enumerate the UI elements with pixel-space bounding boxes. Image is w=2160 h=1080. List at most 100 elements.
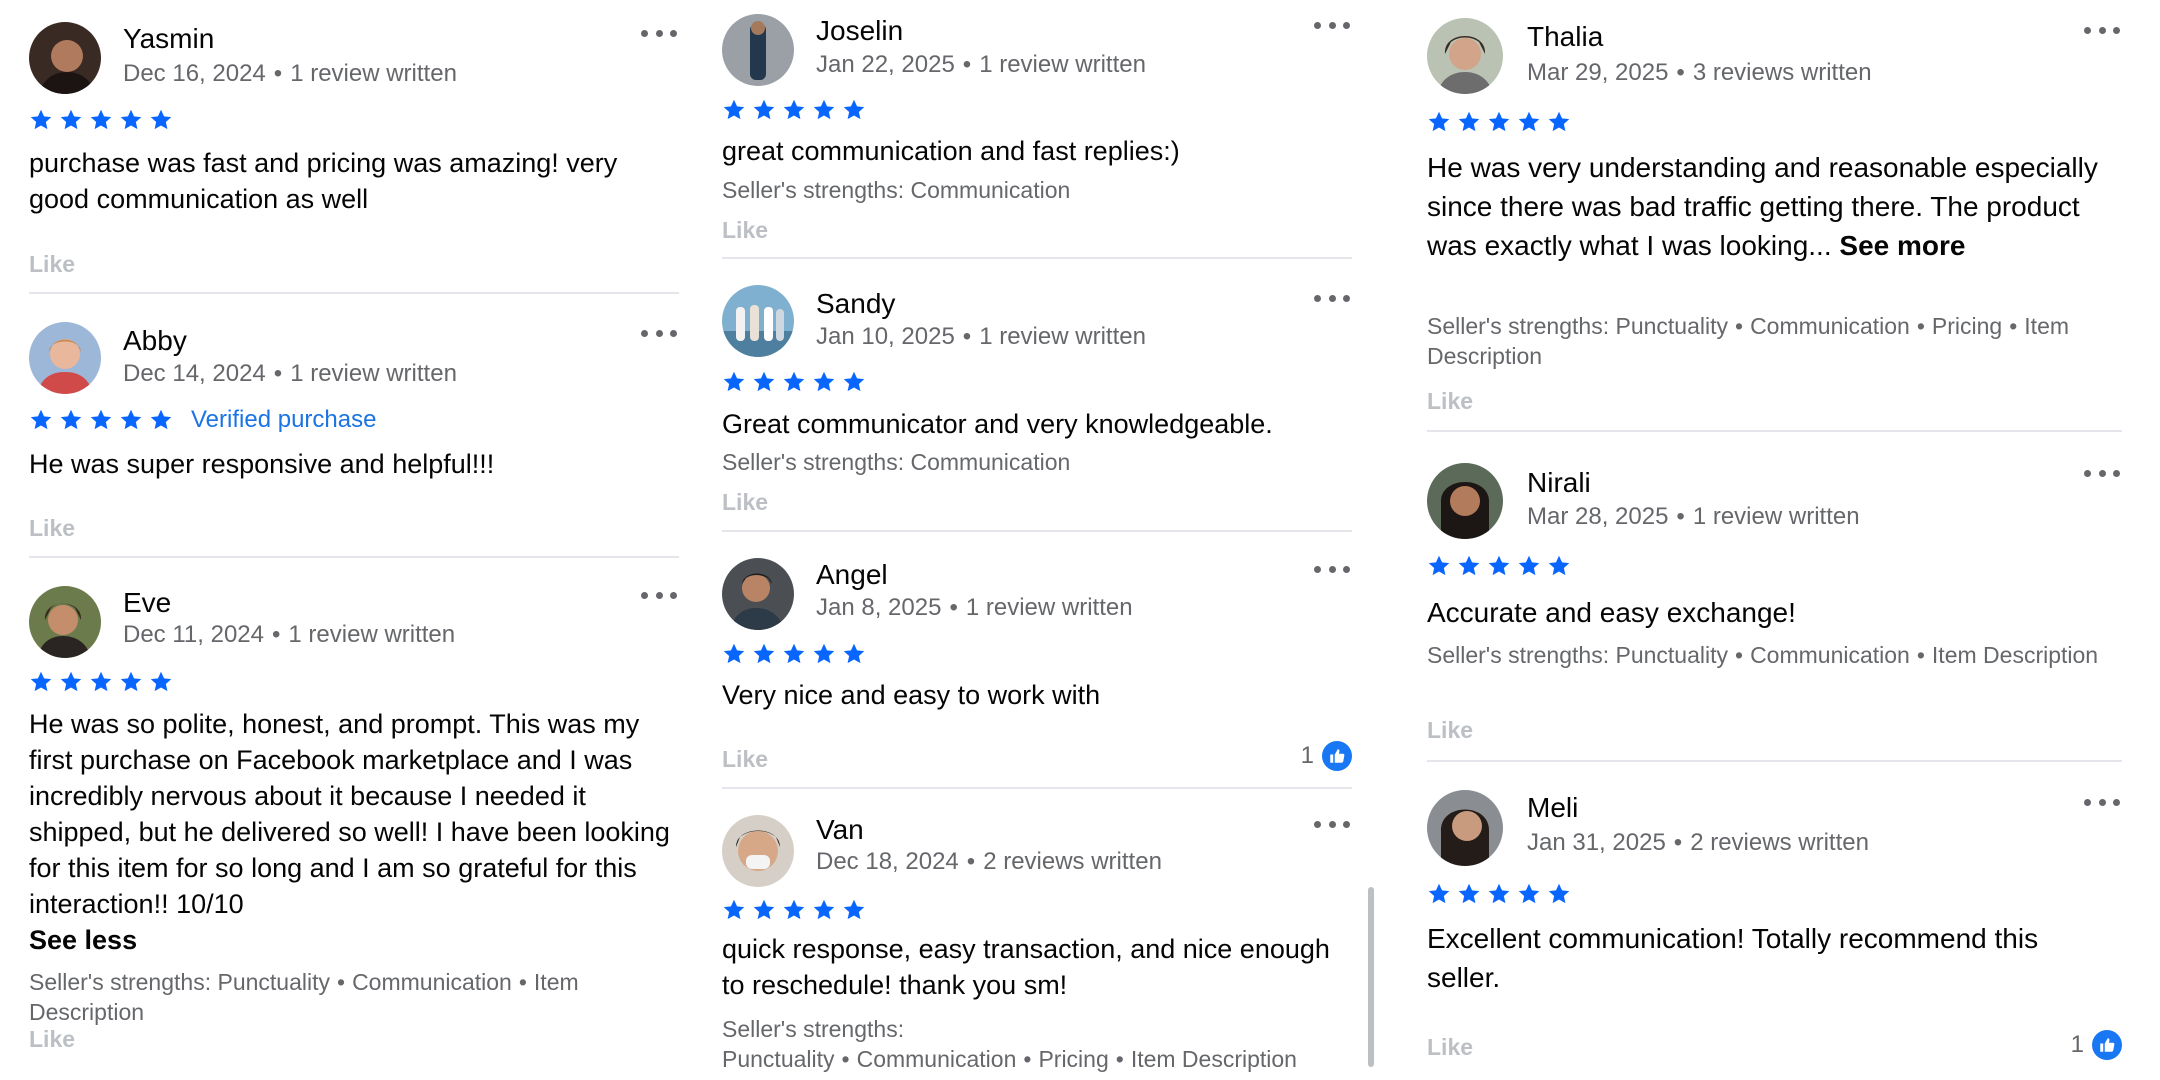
like-button[interactable]: Like — [1427, 387, 1473, 415]
review-meta: Mar 28, 2025 • 1 review written — [1527, 503, 1860, 530]
review-meta: Jan 10, 2025 • 1 review written — [816, 323, 1146, 350]
scrollbar[interactable] — [1368, 887, 1374, 1067]
reviewer-name[interactable]: Yasmin — [123, 22, 214, 56]
see-less-link[interactable]: See less — [29, 922, 137, 958]
reviews-written-count: 1 review written — [979, 51, 1146, 78]
star-icon — [1517, 882, 1541, 906]
star-icon — [782, 370, 806, 394]
review-text: Great communicator and very knowledgeabl… — [722, 409, 1273, 439]
review-date[interactable]: Dec 14, 2024 — [123, 360, 266, 387]
reviewer-name[interactable]: Thalia — [1527, 20, 1603, 54]
strengths-label: Seller's strengths: — [722, 177, 905, 203]
more-options-icon[interactable] — [2084, 792, 2120, 812]
avatar[interactable] — [29, 322, 101, 394]
star-icon — [1427, 554, 1451, 578]
profile-photo — [722, 558, 794, 630]
star-rating — [29, 108, 179, 132]
review-text: Accurate and easy exchange! — [1427, 597, 1796, 628]
like-button[interactable]: Like — [1427, 1033, 1473, 1061]
star-icon — [59, 108, 83, 132]
reviewer-name[interactable]: Angel — [816, 558, 888, 592]
like-button[interactable]: Like — [722, 745, 768, 773]
verified-purchase-badge: Verified purchase — [191, 406, 377, 433]
seller-strengths: Seller's strengths: Punctuality • Communic… — [29, 969, 579, 1025]
review-date[interactable]: Mar 28, 2025 — [1527, 503, 1668, 530]
star-icon — [782, 98, 806, 122]
avatar[interactable] — [722, 285, 794, 357]
star-icon — [29, 108, 53, 132]
more-options-icon[interactable] — [1314, 15, 1350, 35]
avatar[interactable] — [722, 14, 794, 86]
review-card: Nirali Mar 28, 2025 • 1 review written Acc… — [1427, 432, 2122, 760]
avatar[interactable] — [1427, 463, 1503, 539]
more-options-icon[interactable] — [2084, 20, 2120, 40]
reviewer-name[interactable]: Abby — [123, 324, 187, 358]
more-options-icon[interactable] — [1314, 288, 1350, 308]
like-button[interactable]: Like — [29, 514, 75, 542]
star-icon — [1517, 110, 1541, 134]
reviews-written-count: 2 reviews written — [983, 848, 1162, 875]
more-options-icon[interactable] — [1314, 814, 1350, 834]
star-icon — [842, 898, 866, 922]
avatar[interactable] — [722, 815, 794, 887]
seller-strengths: Seller's strengths: Communication — [722, 175, 1352, 205]
reviewer-name[interactable]: Joselin — [816, 14, 903, 48]
strengths-label: Seller's strengths: — [722, 449, 905, 475]
strength-item: Punctuality — [217, 969, 330, 995]
reviewer-name[interactable]: Eve — [123, 586, 171, 620]
avatar[interactable] — [1427, 790, 1503, 866]
review-column-3: Thalia Mar 29, 2025 • 3 reviews written He… — [1427, 0, 2122, 1080]
strength-item: Punctuality — [1615, 313, 1728, 339]
like-button[interactable]: Like — [29, 1025, 75, 1053]
reviewer-name[interactable]: Meli — [1527, 791, 1578, 825]
more-options-icon[interactable] — [641, 323, 677, 343]
like-button[interactable]: Like — [1427, 716, 1473, 744]
more-options-icon[interactable] — [641, 23, 677, 43]
reviews-written-count: 1 review written — [290, 360, 457, 387]
profile-photo — [1427, 463, 1503, 539]
review-date[interactable]: Jan 22, 2025 — [816, 51, 955, 78]
review-column-1: Yasmin Dec 16, 2024 • 1 review written pur… — [29, 0, 679, 1078]
star-icon — [1487, 882, 1511, 906]
review-date[interactable]: Dec 16, 2024 — [123, 60, 266, 87]
star-icon — [149, 108, 173, 132]
like-button[interactable]: Like — [722, 216, 768, 244]
avatar[interactable] — [29, 586, 101, 658]
strength-item: Communication — [910, 177, 1071, 203]
review-date[interactable]: Jan 10, 2025 — [816, 323, 955, 350]
star-icon — [842, 98, 866, 122]
like-count[interactable]: 1 — [1301, 741, 1352, 771]
review-date[interactable]: Dec 18, 2024 — [816, 848, 959, 875]
review-date[interactable]: Jan 31, 2025 — [1527, 829, 1666, 856]
star-icon — [752, 98, 776, 122]
more-options-icon[interactable] — [2084, 463, 2120, 483]
star-icon — [722, 370, 746, 394]
review-text: quick response, easy transaction, and ni… — [722, 934, 1330, 1000]
thumbs-up-icon — [2092, 1030, 2122, 1060]
like-button[interactable]: Like — [722, 488, 768, 516]
star-rating — [1427, 110, 1577, 134]
avatar[interactable] — [722, 558, 794, 630]
see-more-link[interactable]: See more — [1839, 230, 1965, 261]
profile-photo — [1427, 790, 1503, 866]
reviewer-name[interactable]: Van — [816, 813, 864, 847]
seller-strengths: Seller's strengths: Punctuality • Communic… — [1427, 313, 2070, 369]
review-date[interactable]: Jan 8, 2025 — [816, 594, 941, 621]
profile-photo — [29, 22, 101, 94]
like-button[interactable]: Like — [29, 250, 75, 278]
review-date[interactable]: Dec 11, 2024 — [123, 621, 264, 648]
more-options-icon[interactable] — [1314, 559, 1350, 579]
avatar[interactable] — [1427, 18, 1503, 94]
star-icon — [149, 670, 173, 694]
strength-item: Communication — [910, 449, 1071, 475]
profile-photo — [1427, 18, 1503, 94]
more-options-icon[interactable] — [641, 585, 677, 605]
star-rating — [1427, 554, 1577, 578]
review-date[interactable]: Mar 29, 2025 — [1527, 59, 1668, 86]
review-text: Very nice and easy to work with — [722, 680, 1101, 710]
avatar[interactable] — [29, 22, 101, 94]
reviewer-name[interactable]: Nirali — [1527, 466, 1591, 500]
star-rating — [722, 898, 872, 922]
like-count[interactable]: 1 — [2071, 1030, 2122, 1060]
reviewer-name[interactable]: Sandy — [816, 287, 895, 321]
